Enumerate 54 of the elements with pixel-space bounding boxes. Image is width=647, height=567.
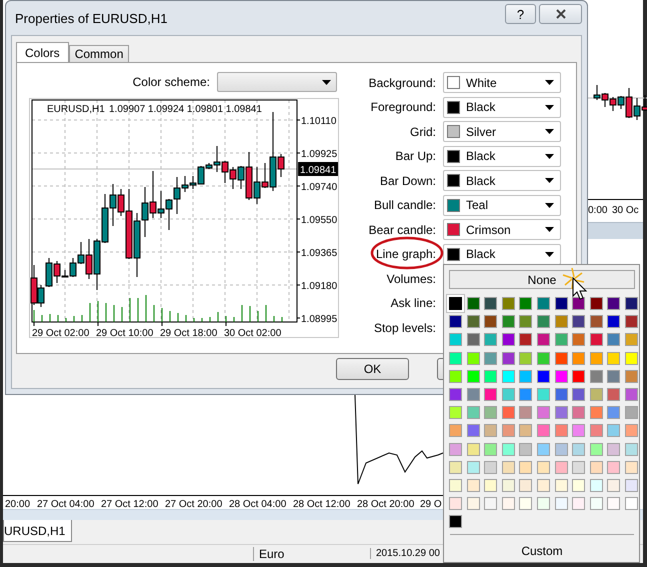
field-label: Bull candle: (372, 198, 436, 212)
color-dropdown[interactable]: Silver (443, 121, 561, 142)
field-label: Ask line: (390, 296, 436, 310)
price-label: 1.09550 (301, 215, 338, 226)
field-label: Grid: (408, 124, 436, 138)
time-axis-label: 28 Oct 20:00 (357, 499, 414, 510)
color-dropdown[interactable]: Black (443, 96, 561, 118)
color-dropdown[interactable]: White (443, 72, 561, 93)
time-axis-label: 29 Oct 18:00 (160, 328, 218, 337)
color-dropdown[interactable]: Black (443, 146, 561, 166)
tab[interactable]: Common (68, 45, 130, 62)
field-label: Line graph: (374, 247, 436, 261)
field-label: Stop levels: (372, 320, 436, 334)
time-axis-label: 29 O (420, 499, 442, 510)
time-axis-label: 29 Oct 02:00 (32, 328, 90, 337)
price-label: 1.09180 (301, 281, 338, 292)
time-axis-label: 29 Oct 10:00 (96, 328, 154, 337)
none-button[interactable]: None (449, 270, 635, 289)
help-button[interactable]: ? (505, 4, 536, 24)
field-label: Bear candle: (368, 222, 436, 236)
time-axis-label: 0:00 (588, 205, 608, 216)
chart-tab[interactable]: URUSD,H1 (3, 520, 72, 542)
status-bar-field: 2015.10.29 00 (370, 548, 440, 559)
custom-button[interactable]: Custom (513, 542, 571, 560)
field-label: Background: (368, 76, 436, 90)
time-axis-label: 27 Oct 04:00 (37, 499, 94, 510)
ok-button[interactable]: OK (336, 358, 409, 380)
time-axis-label: 27 Oct 12:00 (101, 499, 158, 510)
status-bar-field: Euro (253, 547, 284, 561)
field-label: Bar Up: (394, 149, 436, 163)
price-label: 1.10110 (301, 116, 336, 127)
field-label: Color scheme: (132, 75, 210, 89)
chart-symbol: EURUSD,H1 (47, 104, 105, 115)
current-price-tag: 1.09841 (298, 162, 338, 176)
tab[interactable]: Colors (16, 42, 69, 62)
window-title: Properties of EURUSD,H1 (15, 10, 168, 26)
price-label: 1.08995 (301, 314, 338, 325)
time-axis-label: 20:00 (5, 499, 30, 510)
field-label: Bar Down: (378, 174, 436, 188)
time-axis-label: 28 Oct 04:00 (229, 499, 286, 510)
color-dropdown[interactable]: Crimson (443, 219, 561, 240)
color-dropdown[interactable]: Teal (443, 194, 561, 216)
ohlc-values: 1.09907 1.09924 1.09801 1.09841 (109, 104, 262, 115)
price-label: 1.09740 (301, 182, 338, 193)
color-dropdown[interactable]: Black (443, 244, 561, 264)
time-axis-label: 27 Oct 20:00 (165, 499, 222, 510)
price-label: 1.09925 (301, 149, 338, 160)
color-dropdown[interactable]: Black (443, 170, 561, 191)
field-label: Foreground: (370, 100, 436, 114)
time-axis-label: 28 Oct 12:00 (293, 499, 350, 510)
price-label: 1.09365 (301, 248, 338, 259)
time-axis-label: 30 Oc (612, 205, 639, 216)
time-axis-label: 30 Oct 02:00 (224, 328, 282, 337)
field-label: Volumes: (386, 272, 436, 286)
